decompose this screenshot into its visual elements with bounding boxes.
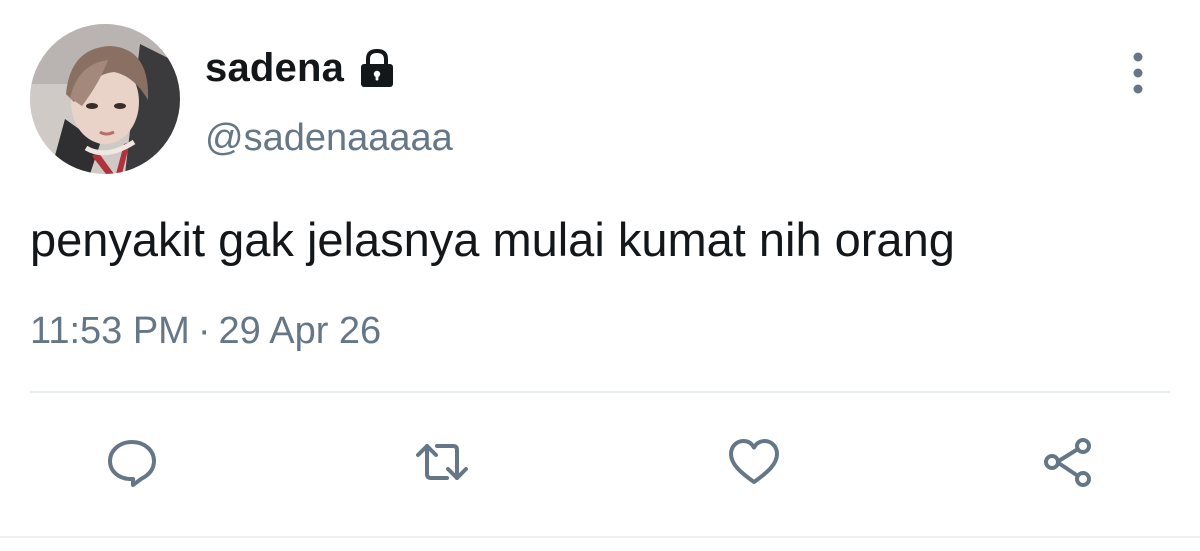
reply-button[interactable] [102, 432, 162, 492]
tweet-date: 29 Apr 26 [218, 310, 382, 352]
share-icon [1044, 438, 1091, 487]
retweet-icon [416, 444, 468, 480]
more-vertical-icon [1133, 52, 1143, 94]
like-button[interactable] [724, 432, 784, 492]
timestamp-separator: · [197, 310, 211, 352]
display-name-row: sadena [205, 42, 400, 94]
share-button[interactable] [1038, 432, 1098, 492]
display-name[interactable]: sadena [205, 42, 344, 94]
bottom-border [0, 536, 1200, 538]
heart-icon [729, 439, 779, 484]
tweet-timestamp[interactable]: 11:53 PM · 29 Apr 26 [30, 304, 381, 358]
more-options-button[interactable] [1118, 50, 1158, 96]
lock-icon [361, 48, 394, 87]
tweet-time: 11:53 PM [30, 310, 190, 352]
tweet-text: penyakit gak jelasnya mulai kumat nih or… [30, 213, 955, 266]
tweet-card: sadena @sadenaaaaa penyakit gak jelasnya… [0, 0, 1200, 551]
user-handle[interactable]: @sadenaaaaa [205, 113, 453, 163]
retweet-button[interactable] [412, 432, 472, 492]
comment-icon [108, 440, 156, 487]
avatar-photo [30, 24, 180, 174]
divider [30, 391, 1170, 393]
avatar[interactable] [30, 24, 180, 174]
